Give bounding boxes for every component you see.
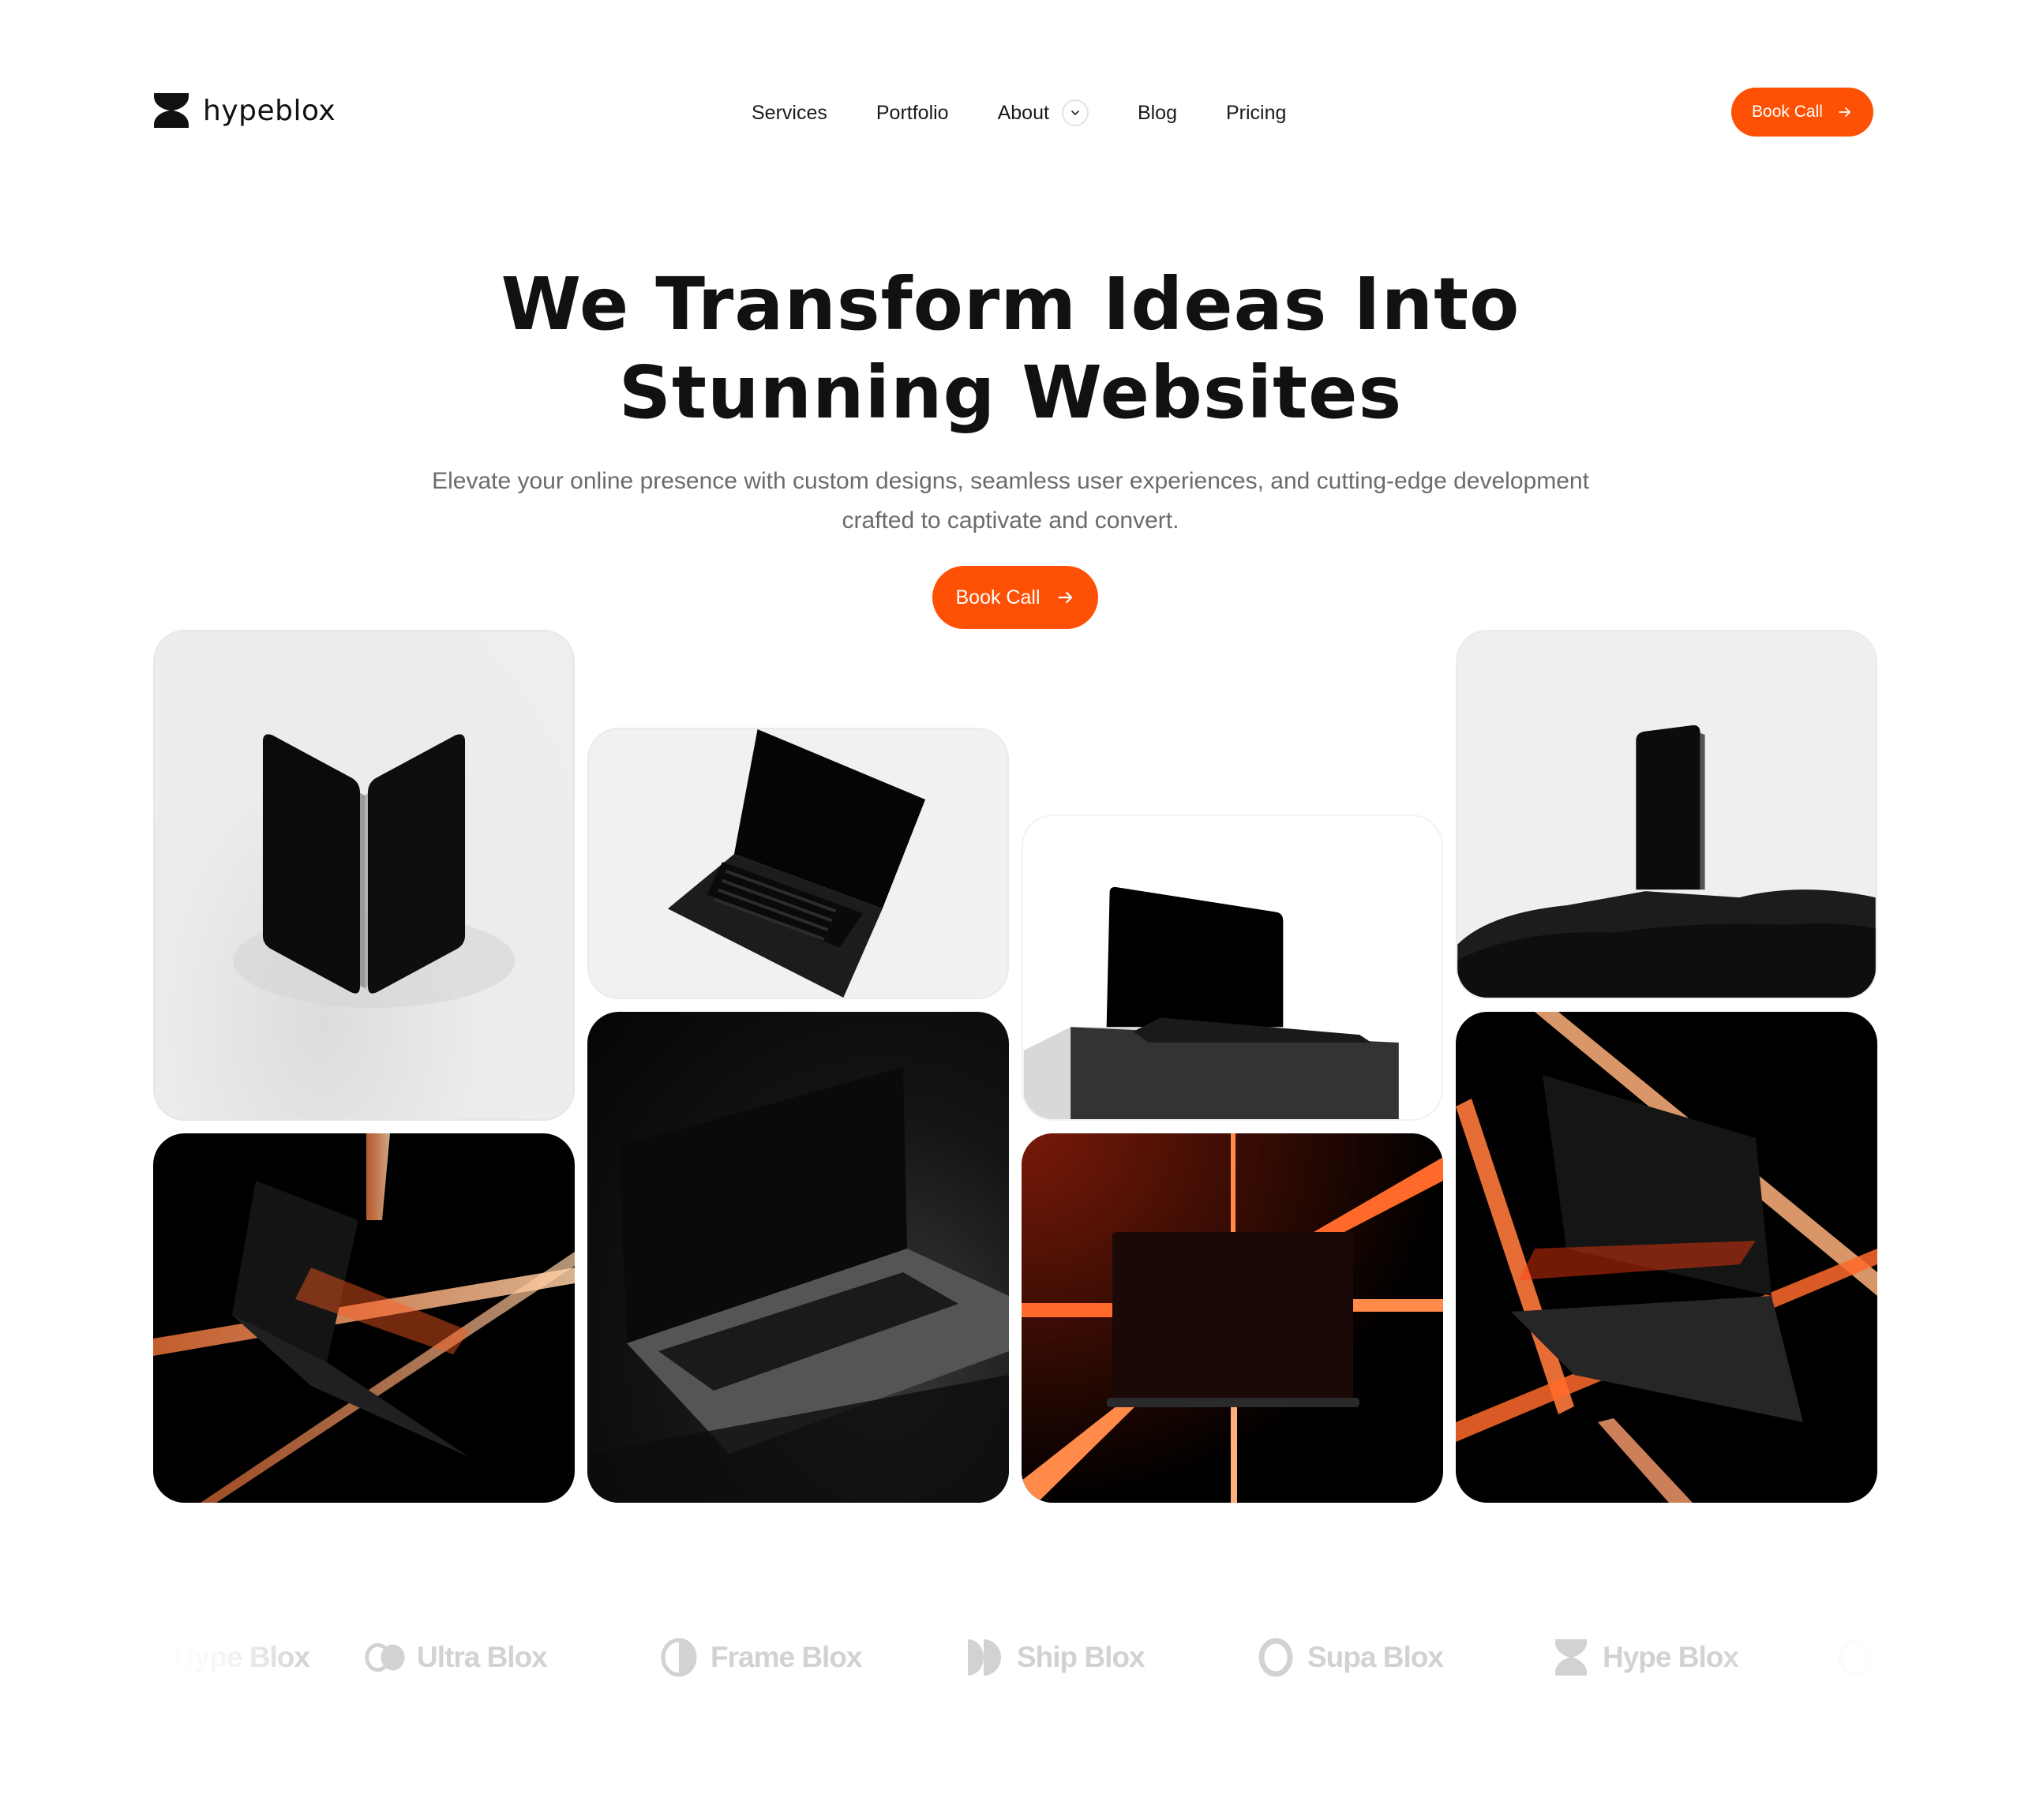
laptop-beams-illustration bbox=[153, 1133, 575, 1503]
laptop-front-beams-illustration bbox=[1022, 1133, 1443, 1503]
laptop-dark-illustration bbox=[587, 1067, 1009, 1503]
hero-subtitle: Elevate your online presence with custom… bbox=[379, 462, 1642, 541]
gallery-image-laptop-beams-3[interactable] bbox=[1456, 1012, 1877, 1503]
client-logos-strip: Hype Blox Ultra Blox Frame Blox Ship Blo… bbox=[153, 1626, 1877, 1689]
overlapping-circles-icon bbox=[365, 1642, 405, 1672]
gallery-image-phone-on-rock[interactable] bbox=[1456, 630, 1877, 999]
gallery-image-phones[interactable] bbox=[153, 630, 575, 1121]
nav-item-about[interactable]: About bbox=[998, 99, 1089, 126]
brand-logo: Ship Blox bbox=[965, 1626, 1145, 1689]
ring-icon bbox=[1258, 1638, 1293, 1677]
header-book-call-button[interactable]: Book Call bbox=[1731, 88, 1873, 137]
half-circle-icon bbox=[661, 1638, 697, 1677]
nav-item-pricing[interactable]: Pricing bbox=[1226, 102, 1286, 125]
hero-title: We Transform Ideas Into Stunning Website… bbox=[0, 260, 2021, 437]
logo-link[interactable]: hypeblox bbox=[152, 92, 336, 129]
hero-book-call-button[interactable]: Book Call bbox=[932, 566, 1098, 629]
laptop-angled-beams-illustration bbox=[1456, 1012, 1877, 1503]
gallery-image-laptop-beams-1[interactable] bbox=[153, 1133, 575, 1503]
gallery-image-laptop-on-block[interactable] bbox=[1022, 815, 1443, 1121]
brand-name: Ultra Blox bbox=[417, 1641, 548, 1673]
hero-title-line-1: We Transform Ideas Into bbox=[501, 262, 1520, 346]
logo-text: hypeblox bbox=[203, 94, 336, 127]
button-label: Book Call bbox=[955, 586, 1040, 609]
gallery-image-laptop-dark[interactable] bbox=[587, 1012, 1009, 1503]
brand-name: Supa Blox bbox=[1307, 1641, 1444, 1673]
fade-right bbox=[1719, 1626, 1877, 1689]
laptop-block-illustration bbox=[1023, 886, 1399, 1119]
laptop-illustration bbox=[667, 729, 926, 998]
main-nav: Services Portfolio About Blog Pricing bbox=[752, 95, 1286, 131]
hourglass-icon bbox=[1555, 1639, 1587, 1676]
arrow-right-icon bbox=[1058, 591, 1072, 604]
hero-subtitle-line-2: crafted to captivate and convert. bbox=[842, 507, 1179, 534]
brand-logo: Supa Blox bbox=[1255, 1626, 1444, 1689]
brand-name: Ship Blox bbox=[1017, 1641, 1145, 1673]
phones-illustration bbox=[233, 734, 516, 1008]
nav-item-portfolio[interactable]: Portfolio bbox=[876, 102, 949, 125]
brand-logo: Hype Blox bbox=[1550, 1626, 1739, 1689]
nav-item-blog[interactable]: Blog bbox=[1138, 102, 1177, 125]
fade-left bbox=[153, 1626, 311, 1689]
nav-label: Pricing bbox=[1225, 101, 1287, 124]
site-header: hypeblox Services Portfolio About Blog P… bbox=[0, 0, 2021, 229]
button-label: Book Call bbox=[1752, 103, 1823, 121]
chevron-down-icon bbox=[1071, 110, 1079, 115]
gallery-image-laptop-beams-2[interactable] bbox=[1022, 1133, 1443, 1503]
brand-name: Frame Blox bbox=[711, 1641, 863, 1673]
nav-label: Services bbox=[752, 101, 827, 124]
brand-logo: Frame Blox bbox=[658, 1626, 863, 1689]
brand-name: Hype Blox bbox=[1603, 1641, 1739, 1673]
gallery-image-laptop-tilted[interactable] bbox=[587, 728, 1009, 999]
hourglass-logo-icon bbox=[154, 93, 189, 128]
arrow-right-icon bbox=[1839, 107, 1850, 117]
double-half-circle-icon bbox=[968, 1639, 1001, 1676]
nav-item-services[interactable]: Services bbox=[752, 102, 827, 125]
nav-label: About bbox=[997, 101, 1049, 124]
hero-title-line-2: Stunning Websites bbox=[618, 350, 1403, 435]
nav-label: Blog bbox=[1137, 101, 1177, 124]
brand-logo: Ultra Blox bbox=[365, 1626, 548, 1689]
nav-label: Portfolio bbox=[876, 101, 949, 124]
hero-subtitle-line-1: Elevate your online presence with custom… bbox=[432, 468, 1589, 494]
phone-rock-illustration bbox=[1457, 725, 1876, 998]
about-dropdown-toggle[interactable] bbox=[1061, 99, 1089, 126]
